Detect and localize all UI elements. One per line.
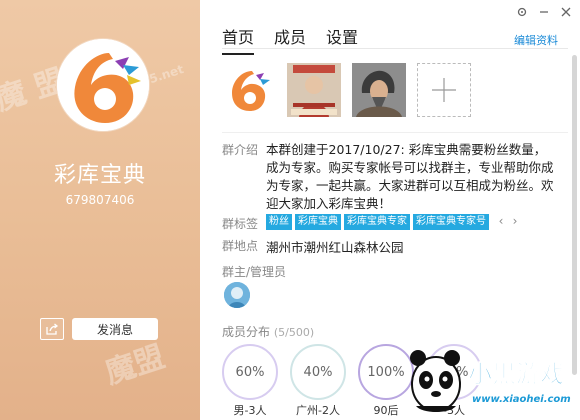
brand-logo: 小黑游戏 www.xiaohei.com: [410, 350, 571, 412]
distribution-ring: 60%: [222, 344, 278, 400]
brand-url: www.xiaohei.com: [472, 394, 571, 405]
tag-item[interactable]: 粉丝: [266, 214, 292, 230]
tags-label: 群标签: [222, 217, 259, 231]
distribution-item[interactable]: 60% 男-3人: [222, 344, 278, 417]
edit-profile-link[interactable]: 编辑资料: [514, 32, 558, 48]
tags-next-button[interactable]: ›: [510, 213, 520, 229]
distribution-ring: 40%: [290, 344, 346, 400]
tag-item[interactable]: 彩库宝典专家: [344, 214, 410, 230]
brand-title: 小黑游戏: [468, 360, 564, 388]
divider: [222, 132, 568, 133]
tag-item[interactable]: 彩库宝典专家号: [413, 214, 489, 230]
distribution-count: (5/500): [273, 326, 315, 339]
location-value: 潮州市潮州红山森林公园: [266, 240, 404, 255]
share-button[interactable]: [40, 318, 64, 340]
admin-avatar[interactable]: [224, 282, 250, 308]
tab-home[interactable]: 首页: [222, 24, 255, 55]
admins-label: 群主/管理员: [222, 265, 287, 279]
distribution-item[interactable]: 40% 广州-2人: [290, 344, 346, 417]
tab-settings[interactable]: 设置: [326, 24, 358, 55]
tab-bar: 首页 成员 设置: [222, 24, 358, 55]
divider: [222, 48, 568, 49]
group-id: 679807406: [65, 193, 135, 207]
photo-thumbnail[interactable]: [352, 63, 406, 117]
plus-icon: [432, 78, 456, 102]
close-icon[interactable]: [560, 6, 572, 18]
share-icon: [45, 323, 58, 335]
intro-text: 本群创建于2017/10/27: 彩库宝典需要粉丝数量，成为专家。购买专家帐号可…: [266, 142, 554, 211]
distribution-label: 成员分布 (5/500): [222, 323, 314, 340]
tab-members[interactable]: 成员: [274, 24, 306, 55]
photo-thumbnail[interactable]: [222, 63, 276, 117]
tags-prev-button[interactable]: ‹: [496, 213, 506, 229]
group-avatar[interactable]: [56, 38, 150, 132]
photo-strip: [222, 63, 471, 117]
watermark: 魔盟: [101, 339, 170, 392]
profile-panel: 魔 盟 www.12345.net 魔盟 彩库宝典 679807406 发消息: [0, 0, 200, 420]
minimize-icon[interactable]: [538, 6, 550, 18]
settings-icon[interactable]: [516, 6, 528, 18]
intro-label: 群介绍: [222, 143, 259, 157]
window-controls: [516, 6, 572, 18]
group-name: 彩库宝典: [53, 163, 146, 188]
photo-thumbnail[interactable]: [287, 63, 341, 117]
tag-item[interactable]: 彩库宝典: [295, 214, 341, 230]
distribution-title: 成员分布: [222, 325, 271, 339]
distribution-caption: 男-3人: [233, 404, 267, 417]
add-photo-button[interactable]: [417, 63, 471, 117]
distribution-caption: 广州-2人: [296, 404, 340, 417]
location-label: 群地点: [222, 239, 259, 253]
send-message-button[interactable]: 发消息: [72, 318, 158, 340]
tag-list: 粉丝 彩库宝典 彩库宝典专家 彩库宝典专家号: [266, 214, 489, 230]
scrollbar[interactable]: [572, 55, 577, 375]
